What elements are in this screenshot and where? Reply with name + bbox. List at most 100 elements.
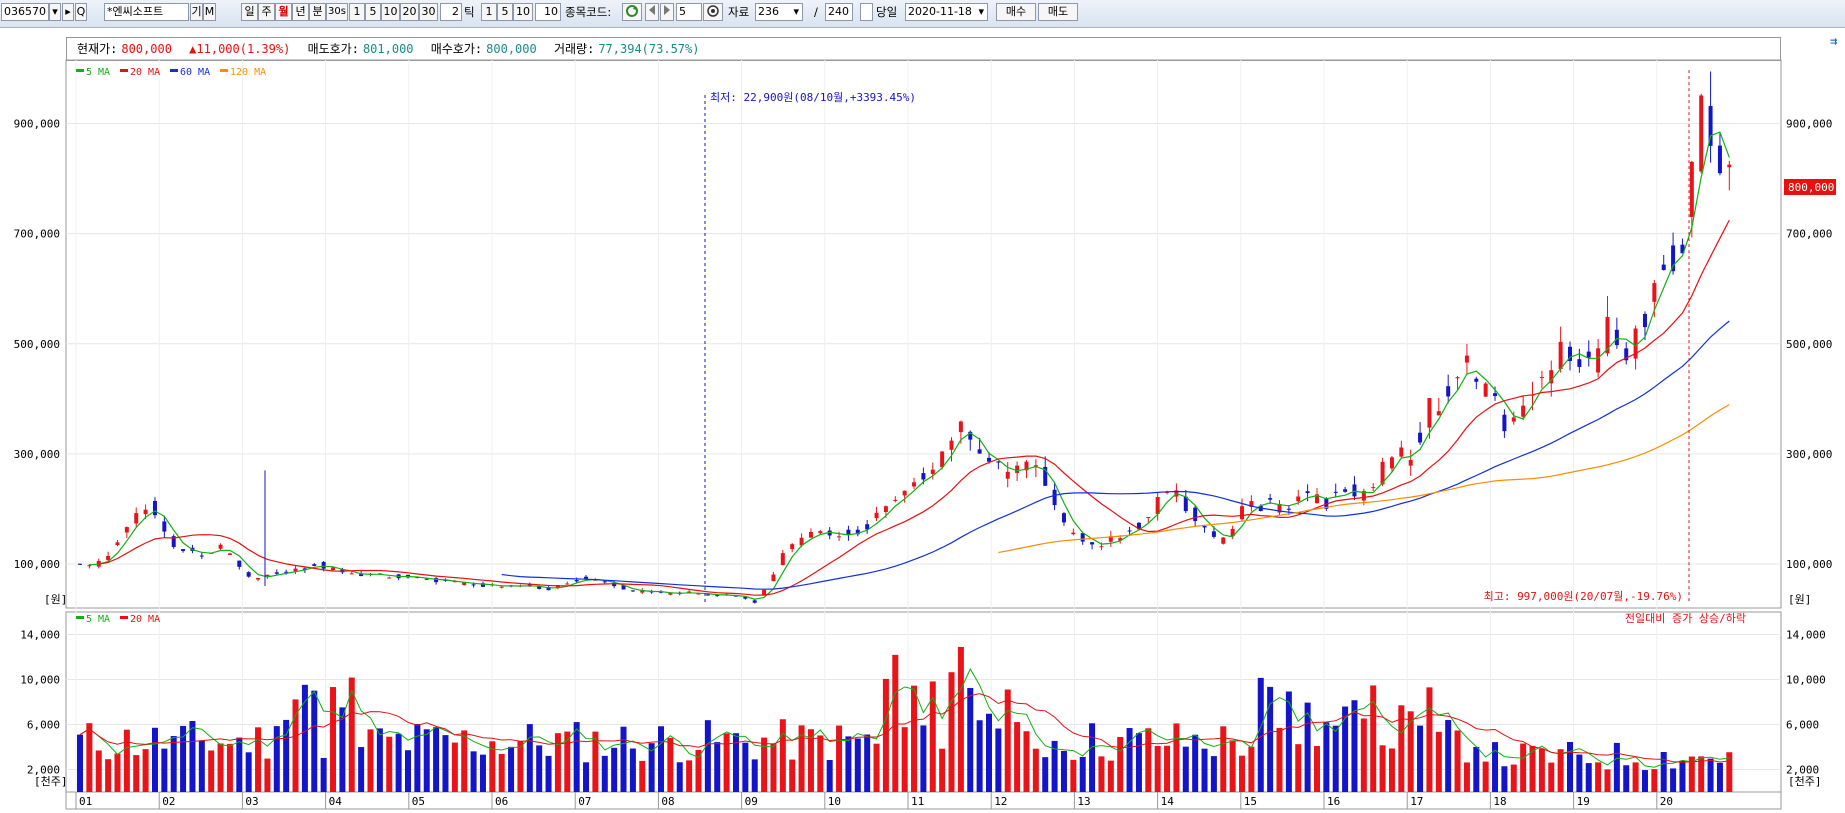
- volume-bar: [1032, 748, 1039, 792]
- candle-body: [1099, 546, 1104, 548]
- volume-bar: [601, 755, 608, 792]
- y-tick-label-right: 700,000: [1786, 228, 1832, 241]
- volume-bar: [826, 760, 833, 792]
- candle-body: [1193, 507, 1198, 522]
- volume-bar: [395, 733, 402, 792]
- volume-bar: [676, 762, 683, 792]
- volume-bar: [198, 740, 205, 792]
- candle-body: [1399, 447, 1404, 457]
- low-annotation: 최저: 22,900원(08/10월,+3393.45%): [710, 91, 916, 104]
- y-tick-label-left: 300,000: [14, 448, 60, 461]
- volume-bar: [976, 720, 983, 792]
- volume-bar: [414, 723, 421, 792]
- x-tick-label: 09: [745, 795, 758, 808]
- volume-bar: [1520, 743, 1527, 792]
- ma60-line: [501, 320, 1730, 590]
- candle-body: [227, 553, 232, 555]
- y-tick-label-right: 300,000: [1786, 448, 1832, 461]
- volume-bar: [723, 733, 730, 792]
- candle-body: [790, 544, 795, 550]
- volume-bar: [1585, 763, 1592, 792]
- volume-bar: [1107, 760, 1114, 792]
- x-tick-label: 03: [245, 795, 258, 808]
- x-tick-label: 12: [994, 795, 1007, 808]
- volume-bar: [1604, 769, 1611, 792]
- candle-body: [1652, 283, 1657, 302]
- legend-swatch: [120, 69, 128, 72]
- volume-bar: [1538, 748, 1545, 792]
- volume-bar: [508, 746, 515, 792]
- candle-body: [115, 542, 120, 546]
- candle-body: [1352, 484, 1357, 497]
- stock-chart[interactable]: 100,000 100,000 300,000 300,000 500,000 500,0…: [0, 0, 1845, 813]
- volume-bar: [1417, 725, 1424, 792]
- volume-bar: [658, 726, 665, 792]
- volume-bar: [470, 751, 477, 792]
- volume-note: 전일대비 증가 상승/하락: [1625, 611, 1746, 625]
- volume-bar: [911, 685, 918, 792]
- candle-body: [274, 572, 279, 574]
- candle-body: [1080, 533, 1085, 542]
- volume-bar: [779, 719, 786, 792]
- candle-body: [1015, 465, 1020, 473]
- volume-bar: [1492, 742, 1499, 792]
- candle-body: [574, 579, 579, 582]
- volume-bar: [1623, 765, 1630, 792]
- volume-bar: [789, 759, 796, 792]
- candle-body: [1596, 348, 1601, 373]
- volume-bar: [1463, 762, 1470, 792]
- volume-bar: [142, 749, 149, 792]
- volume-bar: [704, 720, 711, 792]
- volume-bar: [208, 750, 215, 792]
- volume-bar: [386, 736, 393, 792]
- volume-bar: [742, 742, 749, 792]
- volume-bar: [620, 726, 627, 792]
- candle-body: [321, 561, 326, 569]
- volume-bar: [1482, 761, 1489, 792]
- candle-body: [1642, 313, 1647, 328]
- candle-body: [1671, 245, 1676, 272]
- volume-bar: [423, 729, 430, 792]
- volume-bar: [1220, 726, 1227, 792]
- volume-bar: [105, 759, 112, 792]
- candle-body: [715, 595, 720, 597]
- volume-bar: [1060, 750, 1067, 792]
- volume-bar: [1595, 762, 1602, 792]
- volume-bar: [920, 725, 927, 792]
- volume-bar: [1473, 746, 1480, 792]
- x-tick-label: 10: [828, 795, 841, 808]
- volume-bar: [967, 687, 974, 792]
- volume-bar: [1070, 759, 1077, 792]
- volume-bar: [1379, 745, 1386, 792]
- volume-bar: [451, 742, 458, 792]
- volume-bar: [1360, 718, 1367, 792]
- chart-grid: [65, 59, 1782, 810]
- candle-body: [1240, 506, 1245, 520]
- volume-bar: [123, 729, 130, 792]
- volume-bar: [1023, 731, 1030, 792]
- volume-bar: [404, 750, 411, 792]
- x-tick-label: 08: [661, 795, 674, 808]
- volume-bar: [255, 727, 262, 792]
- candle-body: [349, 573, 354, 575]
- volume-bar: [273, 726, 280, 792]
- volume-bar: [583, 762, 590, 792]
- volume-bar: [751, 759, 758, 792]
- candle-body: [921, 473, 926, 480]
- volume-bar: [770, 743, 777, 792]
- candle-body: [1577, 359, 1582, 367]
- x-tick-label: 17: [1410, 795, 1423, 808]
- volume-bar: [1576, 754, 1583, 792]
- y-tick-label-right: 500,000: [1786, 338, 1832, 351]
- candle-body: [1146, 516, 1151, 518]
- volume-bar: [948, 672, 955, 792]
- volume-bar: [1651, 769, 1658, 792]
- volume-bar: [939, 748, 946, 792]
- candle-body: [949, 440, 954, 450]
- scroll-right-icon[interactable]: ⇉: [1830, 34, 1837, 48]
- vol-legend-label: 20 MA: [130, 614, 160, 625]
- volume-bar: [1670, 768, 1677, 792]
- volume-bar: [245, 752, 252, 792]
- volume-bar: [151, 727, 158, 792]
- volume-bar: [1201, 748, 1208, 792]
